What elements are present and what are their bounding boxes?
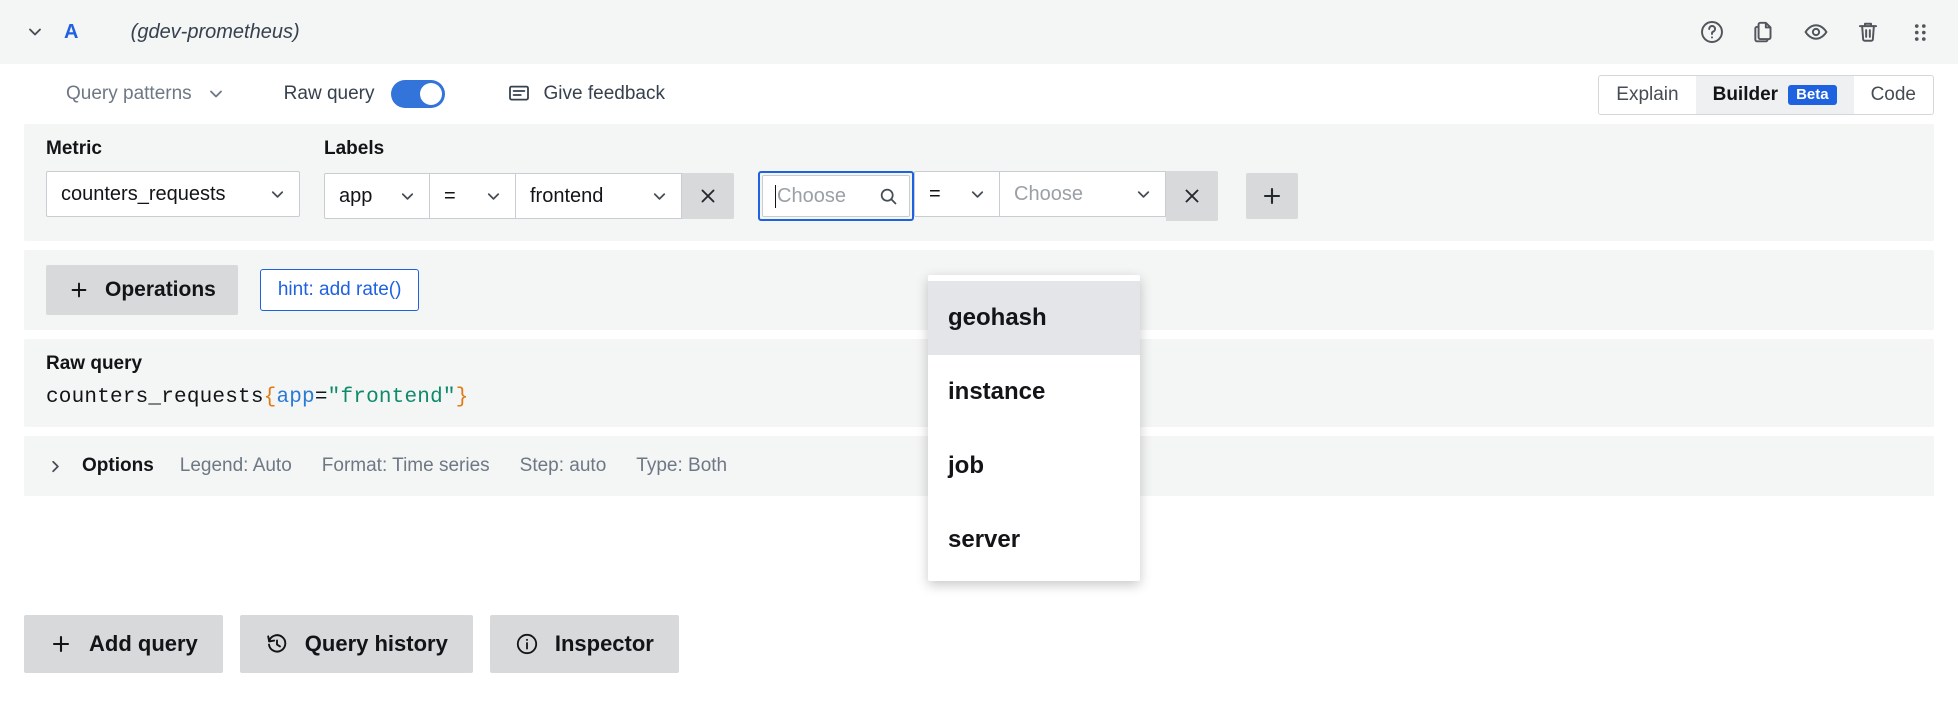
query-row-actions — [1698, 18, 1934, 46]
raw-query-metric: counters_requests — [46, 386, 264, 409]
label-filter-1-key-input[interactable]: Choose — [762, 175, 910, 217]
inspector-label: Inspector — [555, 631, 654, 657]
raw-query-toggle[interactable] — [391, 80, 445, 108]
chevron-down-icon — [484, 187, 503, 206]
label-key-dropdown-menu: geohash instance job server — [928, 275, 1140, 581]
label-filter-1-remove-button[interactable] — [1166, 171, 1218, 221]
metric-select-value: counters_requests — [61, 183, 256, 206]
options-summary-legend: Legend: Auto — [180, 455, 292, 477]
options-summary-format: Format: Time series — [322, 455, 490, 477]
dropdown-option-server[interactable]: server — [928, 503, 1140, 577]
label-filter-0-key-select[interactable]: app — [324, 173, 430, 219]
raw-query-label-key: app — [276, 386, 314, 409]
raw-query-brace-open: { — [264, 386, 277, 409]
options-title[interactable]: Options — [82, 455, 154, 477]
label-filter-0-value-select[interactable]: frontend — [516, 173, 682, 219]
datasource-name: (gdev-prometheus) — [131, 21, 300, 44]
query-patterns-label: Query patterns — [66, 83, 192, 105]
options-summary-type: Type: Both — [636, 455, 727, 477]
chevron-down-icon — [398, 187, 417, 206]
dropdown-option-geohash[interactable]: geohash — [928, 281, 1140, 355]
raw-query-label: Raw query — [284, 83, 375, 105]
mode-option-code-label: Code — [1871, 84, 1916, 106]
label-filter-0-operator-value: = — [444, 185, 472, 208]
plus-icon — [49, 632, 73, 656]
chevron-down-icon — [268, 185, 287, 204]
chevron-down-icon — [968, 185, 987, 204]
label-filter-1-key-select[interactable]: Choose — [758, 171, 914, 221]
label-filter-0-remove-button[interactable] — [682, 173, 734, 219]
dropdown-option-instance[interactable]: instance — [928, 355, 1140, 429]
mode-option-builder[interactable]: Builder Beta — [1696, 76, 1854, 114]
add-query-button[interactable]: Add query — [24, 615, 223, 673]
query-footer-actions: Add query Query history Inspector — [0, 615, 1958, 673]
chevron-down-icon — [206, 84, 226, 104]
add-query-label: Add query — [89, 631, 198, 657]
plus-icon — [68, 279, 90, 301]
raw-query-toggle-group: Raw query — [284, 80, 445, 108]
raw-query-label-value: "frontend" — [328, 386, 456, 409]
query-row-header-left: A (gdev-prometheus) — [18, 15, 1698, 49]
query-history-button[interactable]: Query history — [240, 615, 473, 673]
add-label-filter-button[interactable] — [1246, 173, 1298, 219]
label-filter-1: Choose = — [758, 171, 1218, 221]
metric-and-labels-section: Metric counters_requests Labels app — [24, 124, 1934, 241]
metric-field-label: Metric — [46, 138, 300, 160]
add-operations-label: Operations — [105, 278, 216, 302]
give-feedback-link[interactable]: Give feedback — [507, 82, 665, 106]
give-feedback-label: Give feedback — [544, 83, 665, 105]
options-summary-step: Step: auto — [520, 455, 607, 477]
help-icon[interactable] — [1698, 18, 1726, 46]
chevron-down-icon[interactable] — [18, 15, 52, 49]
raw-query-brace-close: } — [456, 386, 469, 409]
beta-badge: Beta — [1788, 85, 1837, 105]
comment-icon — [507, 82, 531, 106]
label-filters-row: app = frontend — [324, 171, 1298, 221]
chevron-down-icon — [650, 187, 669, 206]
query-ref-id[interactable]: A — [64, 21, 79, 44]
add-rate-hint-button[interactable]: hint: add rate() — [260, 269, 420, 311]
info-icon — [515, 632, 539, 656]
metric-labels-row: Metric counters_requests Labels app — [46, 138, 1912, 221]
chevron-right-icon[interactable] — [46, 457, 72, 476]
query-row-header: A (gdev-prometheus) — [0, 0, 1958, 64]
label-filter-0-value-value: frontend — [530, 185, 638, 208]
label-filter-1-operator-select[interactable]: = — [914, 171, 1000, 217]
text-cursor — [775, 185, 776, 208]
search-icon — [878, 186, 899, 207]
drag-handle-icon[interactable] — [1906, 18, 1934, 46]
label-filter-1-key-placeholder: Choose — [777, 185, 878, 208]
query-patterns-dropdown[interactable]: Query patterns — [66, 83, 226, 105]
mode-option-builder-label: Builder — [1713, 84, 1778, 106]
label-filter-0: app = frontend — [324, 173, 734, 219]
metric-select[interactable]: counters_requests — [46, 171, 300, 217]
eye-icon[interactable] — [1802, 18, 1830, 46]
history-icon — [265, 632, 289, 656]
add-operations-button[interactable]: Operations — [46, 265, 238, 315]
mode-option-explain[interactable]: Explain — [1599, 76, 1695, 114]
label-filter-0-key-value: app — [339, 185, 386, 208]
label-filter-0-operator-select[interactable]: = — [430, 173, 516, 219]
editor-mode-switch: Explain Builder Beta Code — [1598, 75, 1934, 115]
label-filter-1-operator-value: = — [929, 183, 956, 206]
trash-icon[interactable] — [1854, 18, 1882, 46]
label-filter-1-value-placeholder: Choose — [1014, 183, 1122, 206]
mode-option-explain-label: Explain — [1616, 84, 1678, 106]
raw-query-equals: = — [315, 386, 328, 409]
mode-option-code[interactable]: Code — [1854, 76, 1933, 114]
labels-field-group: Labels app = — [324, 138, 1298, 221]
query-history-label: Query history — [305, 631, 448, 657]
query-toolbar: Query patterns Raw query Give feedback E… — [0, 64, 1958, 124]
labels-field-label: Labels — [324, 138, 1298, 160]
duplicate-icon[interactable] — [1750, 18, 1778, 46]
chevron-down-icon — [1134, 185, 1153, 204]
metric-field-group: Metric counters_requests — [46, 138, 300, 217]
inspector-button[interactable]: Inspector — [490, 615, 679, 673]
dropdown-option-job[interactable]: job — [928, 429, 1140, 503]
label-filter-1-value-select[interactable]: Choose — [1000, 171, 1166, 217]
